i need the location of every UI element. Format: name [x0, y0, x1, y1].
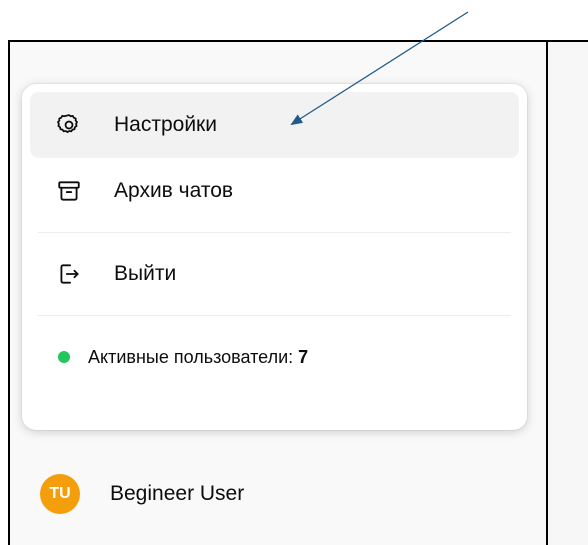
- active-users-label: Активные пользователи:: [88, 346, 294, 367]
- menu-divider: [38, 315, 511, 316]
- screenshot-canvas: Настройки Архив чатов Выйти Активные пол…: [0, 0, 588, 545]
- user-menu-popup: Настройки Архив чатов Выйти Активные пол…: [22, 84, 527, 430]
- active-users-count: 7: [298, 346, 309, 367]
- active-users-status: Активные пользователи: 7: [30, 324, 519, 390]
- sidebar: Настройки Архив чатов Выйти Активные пол…: [10, 42, 548, 545]
- archive-icon: [56, 178, 82, 204]
- user-profile-button[interactable]: TU Begineer User: [40, 474, 244, 514]
- app-frame: Настройки Архив чатов Выйти Активные пол…: [8, 40, 588, 545]
- avatar: TU: [40, 474, 80, 514]
- main-content-area: [548, 42, 588, 545]
- menu-item-label: Выйти: [114, 262, 177, 285]
- gear-icon: [56, 112, 82, 138]
- online-status-icon: [58, 351, 70, 363]
- menu-item-label: Настройки: [114, 113, 217, 136]
- menu-item-settings[interactable]: Настройки: [30, 92, 519, 158]
- user-name: Begineer User: [110, 482, 245, 505]
- menu-divider: [38, 232, 511, 233]
- menu-item-archive[interactable]: Архив чатов: [30, 158, 519, 224]
- logout-icon: [56, 261, 82, 287]
- menu-item-label: Архив чатов: [114, 179, 234, 202]
- menu-item-logout[interactable]: Выйти: [30, 241, 519, 307]
- avatar-initials: TU: [49, 485, 71, 502]
